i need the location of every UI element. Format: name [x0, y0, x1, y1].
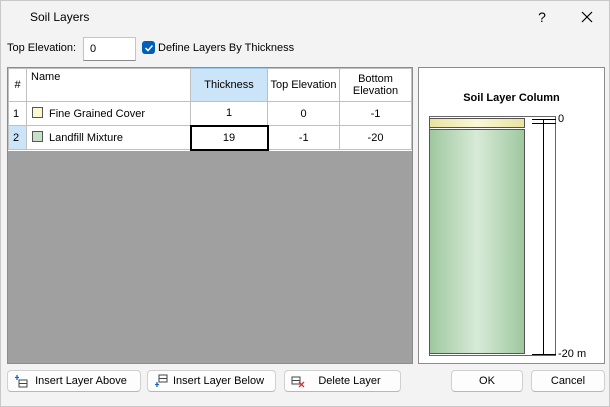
table-row[interactable]: 2 Landfill Mixture 19 -1 -20 [8, 124, 412, 151]
layer-color-swatch[interactable] [32, 131, 43, 142]
thickness-cell-active[interactable]: 19 [189, 124, 269, 151]
top-elevation-cell: 0 [267, 101, 340, 126]
layers-grid: # Name Thickness Top Elevation Bottom El… [7, 67, 413, 364]
cancel-button[interactable]: Cancel [531, 370, 605, 392]
column-header-bottom-elevation[interactable]: Bottom Elevation [339, 68, 412, 102]
delete-layer-label: Delete Layer [318, 375, 381, 387]
column-layer-fine-grained-cover [429, 118, 525, 128]
layer-color-swatch[interactable] [32, 107, 43, 118]
depth-tick [532, 119, 556, 120]
insert-layer-above-button[interactable]: Insert Layer Above [7, 370, 141, 392]
bottom-elevation-cell: -20 [339, 125, 412, 150]
depth-tick [532, 123, 556, 124]
define-by-thickness-checkbox[interactable]: Define Layers By Thickness [142, 41, 294, 54]
column-header-thickness[interactable]: Thickness [190, 68, 268, 102]
bottom-elevation-cell: -1 [339, 101, 412, 126]
column-header-name[interactable]: Name [26, 68, 191, 102]
window-title: Soil Layers [30, 10, 90, 24]
delete-layer-icon [291, 376, 305, 388]
insert-above-icon [15, 375, 28, 388]
insert-layer-below-label: Insert Layer Below [172, 375, 265, 387]
column-header-num[interactable]: # [8, 68, 27, 102]
layer-name: Landfill Mixture [49, 132, 123, 144]
layer-name-cell[interactable]: Fine Grained Cover [26, 101, 191, 126]
checkbox-checked-icon [142, 41, 155, 54]
top-elevation-cell: -1 [267, 125, 340, 150]
row-number[interactable]: 1 [8, 101, 27, 126]
layer-name-cell[interactable]: Landfill Mixture [26, 125, 191, 150]
column-header-top-elevation[interactable]: Top Elevation [267, 68, 340, 102]
top-elevation-input[interactable] [83, 37, 136, 61]
ok-button[interactable]: OK [451, 370, 523, 392]
soil-column-panel: Soil Layer Column 0 -20 m [418, 67, 605, 364]
insert-below-icon [155, 374, 168, 387]
thickness-cell[interactable]: 1 [190, 101, 268, 126]
table-header-row: # Name Thickness Top Elevation Bottom El… [8, 68, 412, 102]
soil-layers-dialog: Soil Layers ? Top Elevation: Define Laye… [0, 0, 610, 407]
define-by-thickness-label: Define Layers By Thickness [158, 41, 295, 54]
soil-column-title: Soil Layer Column [463, 92, 560, 104]
top-elevation-label: Top Elevation: [7, 42, 77, 54]
depth-tick [532, 354, 556, 355]
insert-layer-below-button[interactable]: Insert Layer Below [147, 370, 276, 392]
help-button[interactable]: ? [523, 1, 561, 33]
row-number[interactable]: 2 [8, 125, 27, 150]
title-bar: Soil Layers ? [1, 1, 609, 33]
close-button[interactable] [567, 1, 607, 33]
table-row[interactable]: 1 Fine Grained Cover 1 0 -1 [8, 101, 412, 126]
close-icon [581, 11, 593, 23]
delete-layer-button[interactable]: Delete Layer [284, 370, 401, 392]
depth-label-top: 0 [558, 113, 565, 125]
insert-layer-above-label: Insert Layer Above [35, 375, 127, 387]
depth-scale-line [543, 120, 544, 355]
column-layer-landfill-mixture [429, 129, 525, 354]
layer-name: Fine Grained Cover [49, 108, 145, 120]
depth-label-bottom: -20 m [558, 348, 587, 360]
